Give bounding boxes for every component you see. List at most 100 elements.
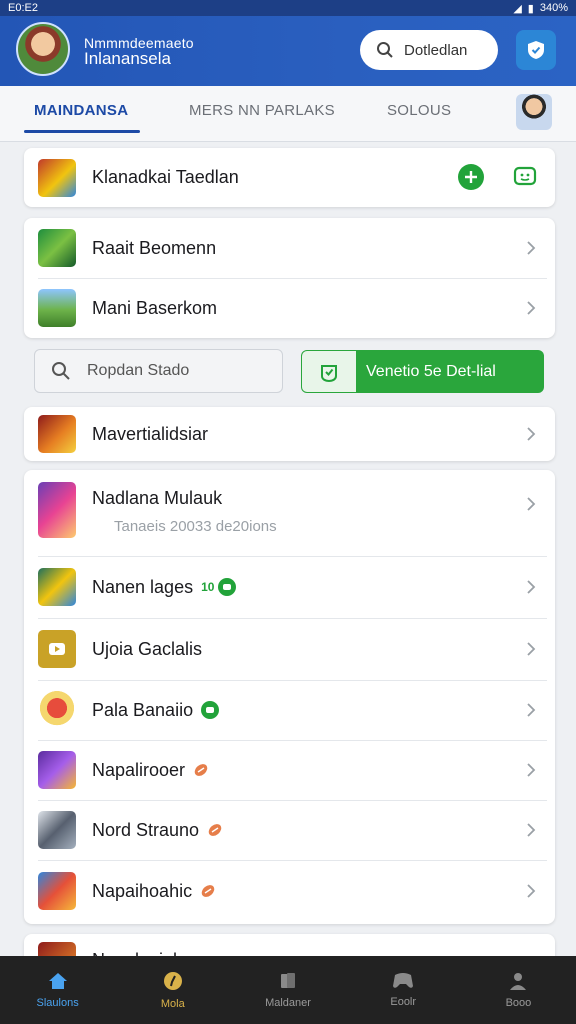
game-card-group: Raait Beomenn Mani Baserkom [24,218,555,338]
list-item[interactable]: Mavertialidsiar [24,407,555,461]
item-label: Napaihoahic [92,880,193,901]
plus-icon [465,171,477,183]
tab-solous[interactable]: SOLOUS [387,102,451,119]
signal-icon: ▮ [527,2,534,15]
chevron-right-icon [523,702,539,718]
nav-booo-label: Booo [505,997,532,1009]
game-thumbnail [38,872,76,910]
header-search-button[interactable]: Dotledlan [360,30,498,70]
chevron-right-icon [523,641,539,657]
badge-count: 10 [201,580,215,594]
user-avatar[interactable] [16,22,70,76]
item-badge [200,883,216,899]
tab-profile-avatar[interactable] [516,94,552,130]
list-item[interactable]: Ujoia Gaclalis [24,618,555,680]
item-label: Napalirooer [92,759,186,780]
item-label: Mani Baserkom [92,297,218,318]
header-search-label: Dotledlan [404,41,468,59]
status-time: E0:E2 [8,2,38,14]
active-tab-indicator [24,130,140,133]
tab-bar: MAINDANSA MERS NN PARLAKS SOLOUS [0,86,576,142]
list-item[interactable]: Napaihoahic [24,860,555,922]
chevron-right-icon [523,426,539,442]
status-bar: E0:E2 ◢ ▮ 340% [0,0,576,16]
list-item[interactable]: Raait Beomenn [24,218,555,278]
game-list: Nadlana Mulauk Tanaeis 20033 de20ions Na… [24,470,555,924]
tab-mers-parlaks[interactable]: MERS NN PARLAKS [189,102,335,119]
action-icon-box [302,351,356,392]
featured-card: Klanadkai Taedlan [24,148,555,207]
nav-maldaner-label: Maldaner [265,997,311,1009]
nav-home[interactable]: Slaulons [0,956,115,1024]
controller-badge-icon [218,578,237,596]
fire-icon [193,762,209,778]
search-icon [377,42,393,58]
list-item[interactable]: Mani Baserkom [24,278,555,338]
search-input[interactable]: Ropdan Stado [34,349,283,393]
nav-mola-label: Mola [160,998,185,1010]
app-brand: Nmmmdeemaeto Inlanansela [84,36,194,68]
item-label: Mavertialidsiar [92,423,209,444]
chevron-right-icon [523,300,539,316]
shield-button[interactable] [516,30,556,70]
item-label: Raait Beomenn [92,237,217,258]
nav-mola[interactable]: Mola [115,956,230,1024]
list-item[interactable]: Napalirooer [24,740,555,800]
item-label: Pala Banaiio [92,699,194,720]
list-item[interactable]: Nord Strauno [24,800,555,860]
game-thumbnail [38,568,76,606]
fire-icon [207,822,223,838]
status-indicators: ◢ ▮ 340% [513,2,568,15]
battery-level: 340% [539,2,568,14]
tab-maindansa[interactable]: MAINDANSA [34,102,128,119]
primary-action-button[interactable]: Venetio 5e Det-lial [301,350,544,393]
game-thumbnail [38,630,76,668]
home-icon [48,973,67,989]
list-item[interactable]: Pala Banaiio [24,680,555,740]
game-thumbnail [38,811,76,849]
profile-icon [510,973,527,990]
featured-row[interactable]: Klanadkai Taedlan [24,148,555,207]
chat-button[interactable] [512,164,538,190]
chevron-right-icon [523,496,539,512]
chevron-right-icon [523,762,539,778]
fire-icon [200,883,216,899]
game-thumbnail [38,229,76,267]
chevron-right-icon [523,579,539,595]
item-label: Nanen lages [92,576,194,597]
nav-home-label: Slaulons [36,997,79,1009]
search-icon [52,362,70,380]
nav-maldaner[interactable]: Maldaner [230,956,345,1024]
item-badge [207,822,223,838]
game-thumbnail [38,158,76,197]
nav-booo[interactable]: Booo [461,956,576,1024]
single-game-card: Mavertialidsiar [24,407,555,461]
list-item[interactable]: Nadlana Mulauk Tanaeis 20033 de20ions [24,470,555,556]
chevron-right-icon [523,822,539,838]
nav-eoolr[interactable]: Eoolr [346,956,461,1024]
chevron-right-icon [523,240,539,256]
brand-line-2: Inlanansela [84,49,171,68]
item-badge [193,762,209,778]
item-label: Nadlana Mulauk [92,488,223,508]
search-placeholder: Ropdan Stado [87,362,190,379]
document-icon [281,973,295,988]
play-icon [49,643,65,655]
game-thumbnail [38,691,76,729]
game-thumbnail [38,482,76,538]
add-button[interactable] [458,164,484,190]
controller-icon [393,973,414,988]
app-header: Nmmmdeemaeto Inlanansela Dotledlan [0,16,576,86]
chevron-right-icon [523,883,539,899]
compass-icon [163,972,182,990]
item-label: Ujoia Gaclalis [92,638,203,659]
list-item[interactable]: Nanen lages 10 [24,556,555,618]
game-thumbnail [38,289,76,327]
shield-icon [528,41,544,59]
item-badge [201,701,220,719]
item-label: Nord Strauno [92,819,200,840]
chat-icon [513,166,537,186]
location-icon: ◢ [513,2,522,15]
bottom-navigation: Slaulons Mola Maldaner Eoolr Booo [0,956,576,1024]
action-label: Venetio 5e Det-lial [366,362,496,380]
